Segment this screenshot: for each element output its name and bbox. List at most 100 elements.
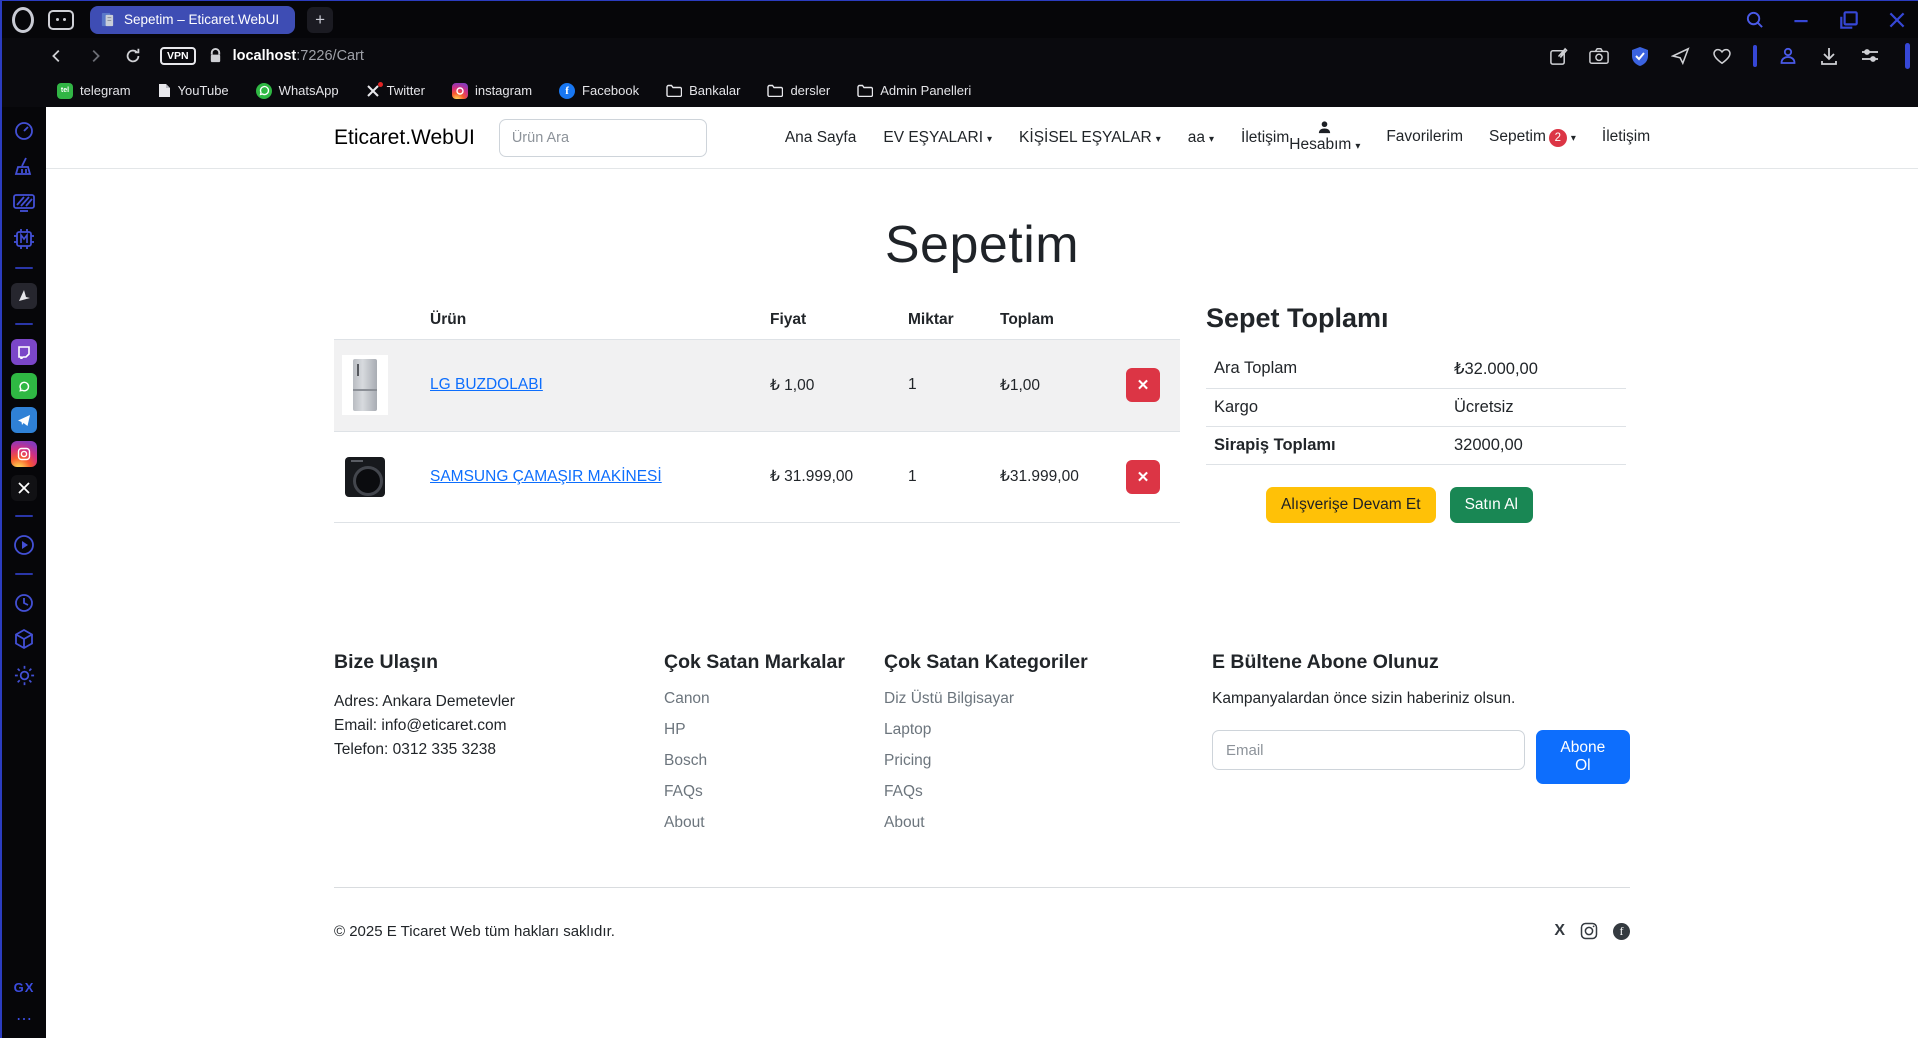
- search-icon[interactable]: [1745, 10, 1764, 29]
- bookmark-twitter[interactable]: Twitter: [366, 83, 425, 98]
- sidebar-more-icon[interactable]: ⋯: [16, 1009, 32, 1029]
- subscribe-button[interactable]: Abone Ol: [1536, 730, 1630, 784]
- media-player-icon[interactable]: [48, 10, 74, 30]
- opera-gx-logo-icon[interactable]: [12, 7, 34, 33]
- x-sidebar-icon[interactable]: [11, 475, 37, 501]
- account-menu[interactable]: Hesabım▾: [1289, 120, 1360, 155]
- bookmark-youtube[interactable]: YouTube: [158, 83, 229, 98]
- vpn-badge[interactable]: VPN: [160, 47, 196, 65]
- gx-logo-label[interactable]: GX: [14, 980, 35, 995]
- site-footer: Bize Ulaşın Adres: Ankara Demetevler Ema…: [46, 651, 1918, 940]
- brand-link[interactable]: HP: [664, 721, 686, 738]
- player-icon[interactable]: [10, 531, 38, 559]
- speed-dial-icon[interactable]: [10, 117, 38, 145]
- category-link[interactable]: Pricing: [884, 752, 931, 769]
- brand-link[interactable]: Bosch: [664, 752, 707, 769]
- nav-kisisel-esyalar[interactable]: KİŞİSEL EŞYALAR▾: [1019, 129, 1161, 147]
- bookmark-whatsapp[interactable]: WhatsApp: [256, 83, 339, 99]
- x-social-icon[interactable]: X: [1554, 922, 1565, 940]
- newsletter-title: E Bültene Abone Olunuz: [1212, 651, 1630, 674]
- category-link[interactable]: Laptop: [884, 721, 931, 738]
- bookmark-folder-dersler[interactable]: dersler: [767, 83, 830, 98]
- reload-button[interactable]: [124, 47, 142, 65]
- product-link[interactable]: LG BUZDOLABI: [430, 376, 543, 393]
- mods-icon[interactable]: [10, 225, 38, 253]
- close-button[interactable]: [1886, 9, 1908, 31]
- profile-icon[interactable]: [1778, 46, 1798, 66]
- buy-button[interactable]: Satın Al: [1450, 487, 1533, 523]
- maximize-button[interactable]: [1838, 9, 1860, 31]
- settings-gear-icon[interactable]: [10, 661, 38, 689]
- gx-corner-icon[interactable]: [11, 283, 37, 309]
- category-link[interactable]: FAQs: [884, 783, 923, 800]
- active-tab[interactable]: Sepetim – Eticaret.WebUI: [90, 6, 295, 34]
- col-price: Fiyat: [762, 301, 900, 340]
- bookmark-label: Facebook: [582, 83, 639, 98]
- shield-vpn-icon[interactable]: [1630, 46, 1650, 67]
- nav-home[interactable]: Ana Sayfa: [785, 129, 857, 147]
- twitch-icon[interactable]: [11, 339, 37, 365]
- favorites-link[interactable]: Favorilerim: [1386, 128, 1463, 146]
- new-tab-button[interactable]: +: [307, 7, 333, 33]
- site-brand[interactable]: Eticaret.WebUI: [334, 126, 475, 150]
- product-link[interactable]: SAMSUNG ÇAMAŞIR MAKİNESİ: [430, 468, 662, 485]
- nav-aa[interactable]: aa▾: [1188, 129, 1214, 147]
- sidebar-divider: [15, 323, 33, 325]
- cart-row-lg-buzdolabi: LG BUZDOLABI ₺ 1,00 1 ₺1,00 ✕: [334, 340, 1180, 432]
- product-search-input[interactable]: [499, 119, 707, 157]
- brand-link[interactable]: Canon: [664, 690, 710, 707]
- bookmark-label: instagram: [475, 83, 532, 98]
- brands-title: Çok Satan Markalar: [664, 651, 884, 674]
- bookmark-label: telegram: [80, 83, 131, 98]
- folder-icon: [857, 84, 873, 97]
- facebook-social-icon[interactable]: f: [1613, 923, 1630, 940]
- remove-item-button[interactable]: ✕: [1126, 368, 1160, 402]
- bookmark-folder-bankalar[interactable]: Bankalar: [666, 83, 740, 98]
- panel-toggle-bar[interactable]: [1905, 43, 1910, 69]
- send-to-device-icon[interactable]: [1671, 47, 1691, 65]
- back-button[interactable]: [48, 47, 66, 65]
- url-host: localhost: [233, 48, 297, 64]
- cart-table: Ürün Fiyat Miktar Toplam LG BUZDOLABI: [334, 301, 1180, 523]
- copyright-text: © 2025 E Ticaret Web tüm hakları saklıdı…: [334, 923, 615, 940]
- nav-iletisim[interactable]: İletişim: [1241, 129, 1289, 147]
- summary-grand-row: Sirapiş Toplamı 32000,00: [1206, 427, 1626, 465]
- forward-button[interactable]: [86, 47, 104, 65]
- continue-shopping-button[interactable]: Alışverişe Devam Et: [1266, 487, 1436, 523]
- item-total: ₺1,00: [992, 340, 1118, 432]
- brand-link[interactable]: About: [664, 814, 705, 831]
- extensions-icon[interactable]: [10, 625, 38, 653]
- footer-brands-col: Çok Satan Markalar Canon HP Bosch FAQs A…: [664, 651, 884, 845]
- nav-ev-esyalari[interactable]: EV EŞYALARI▾: [883, 129, 992, 147]
- cleaner-icon[interactable]: [10, 153, 38, 181]
- edit-snapshot-icon[interactable]: [1549, 47, 1568, 66]
- telegram-sidebar-icon[interactable]: [11, 407, 37, 433]
- download-icon[interactable]: [1819, 46, 1839, 66]
- nav-label: KİŞİSEL EŞYALAR: [1019, 129, 1152, 146]
- account-label: Hesabım: [1289, 136, 1351, 153]
- bookmark-instagram[interactable]: instagram: [452, 83, 532, 99]
- snapshot-screen-icon[interactable]: [10, 189, 38, 217]
- lock-icon[interactable]: [208, 48, 223, 64]
- bookmark-folder-admin-panelleri[interactable]: Admin Panelleri: [857, 83, 971, 98]
- url-text[interactable]: localhost:7226/Cart: [233, 48, 364, 64]
- brand-link[interactable]: FAQs: [664, 783, 703, 800]
- bookmark-telegram[interactable]: tel telegram: [57, 83, 131, 99]
- subtotal-label: Ara Toplam: [1214, 359, 1454, 379]
- whatsapp-sidebar-icon[interactable]: [11, 373, 37, 399]
- settings-sliders-icon[interactable]: [1860, 47, 1880, 65]
- instagram-sidebar-icon[interactable]: [11, 441, 37, 467]
- bookmark-heart-icon[interactable]: [1712, 47, 1732, 65]
- newsletter-email-input[interactable]: [1212, 730, 1525, 770]
- minimize-button[interactable]: [1790, 9, 1812, 31]
- bookmark-facebook[interactable]: f Facebook: [559, 83, 639, 99]
- category-link[interactable]: Diz Üstü Bilgisayar: [884, 690, 1014, 707]
- remove-item-button[interactable]: ✕: [1126, 460, 1160, 494]
- history-icon[interactable]: [10, 589, 38, 617]
- category-link[interactable]: About: [884, 814, 925, 831]
- product-image-washer: [342, 447, 388, 507]
- contact-link[interactable]: İletişim: [1602, 128, 1650, 146]
- cart-menu[interactable]: Sepetim2▾: [1489, 128, 1576, 147]
- instagram-social-icon[interactable]: [1580, 922, 1598, 940]
- camera-icon[interactable]: [1589, 47, 1609, 65]
